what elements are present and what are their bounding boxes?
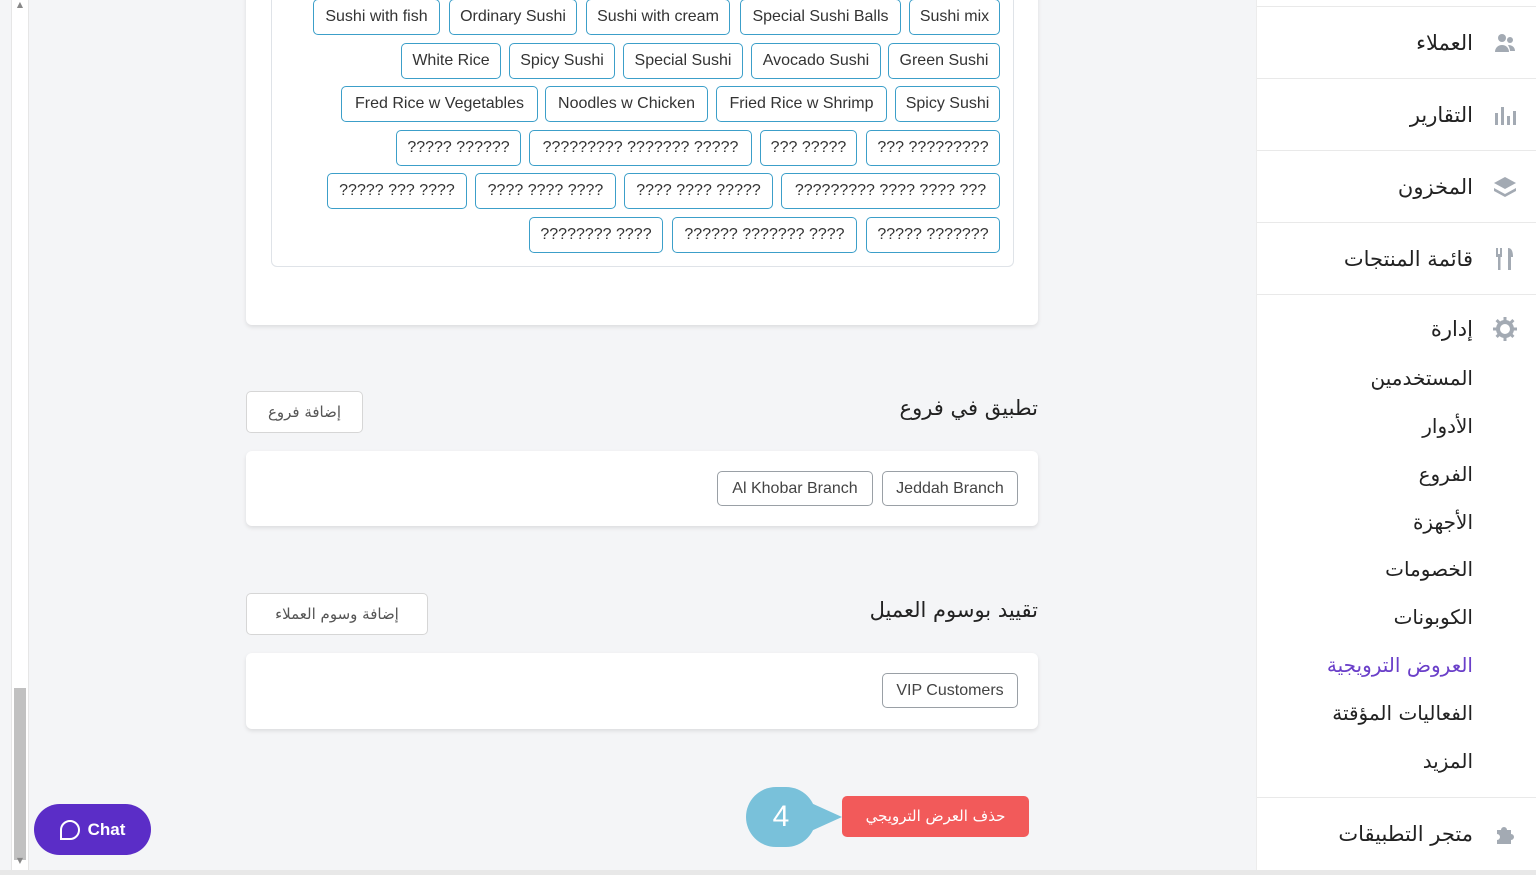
- inventory-icon: [1494, 177, 1516, 197]
- customer-tags-section-title: تقييد بوسوم العميل: [869, 598, 1038, 622]
- sidebar-item-label: العملاء: [1416, 31, 1473, 55]
- product-chip[interactable]: Green Sushi: [888, 43, 1000, 79]
- product-chip[interactable]: Special Sushi: [623, 43, 743, 79]
- product-chip[interactable]: ???? ???? ?????: [624, 173, 773, 209]
- product-chip[interactable]: ???? ???? ????: [475, 173, 616, 209]
- sidebar-item-inventory[interactable]: المخزون: [1257, 151, 1536, 223]
- scroll-down-arrow[interactable]: ▼: [13, 856, 27, 865]
- product-chip[interactable]: ????? ??? ????: [327, 173, 467, 209]
- sidebar-item-label: قائمة المنتجات: [1343, 247, 1473, 271]
- product-chip[interactable]: ????????? ??????? ?????: [529, 130, 752, 166]
- sidebar-subitem-devices[interactable]: الأجهزة: [1413, 507, 1473, 537]
- product-chip[interactable]: Noodles w Chicken: [545, 86, 708, 122]
- product-chip[interactable]: Ordinary Sushi: [449, 0, 577, 35]
- product-chip[interactable]: ????????? ???? ???? ???: [781, 173, 1000, 209]
- product-chip[interactable]: Spicy Sushi: [509, 43, 615, 79]
- customer-tags-card: VIP Customers: [246, 653, 1038, 729]
- sidebar-item-label: متجر التطبيقات: [1338, 822, 1473, 846]
- sidebar-subitem-coupons[interactable]: الكوبونات: [1394, 602, 1473, 632]
- product-chip[interactable]: Special Sushi Balls: [740, 0, 901, 35]
- branches-card: Al Khobar Branch Jeddah Branch: [246, 451, 1038, 526]
- product-chip[interactable]: ????? ??????: [396, 130, 521, 166]
- add-customer-tags-button[interactable]: إضافة وسوم العملاء: [246, 593, 428, 635]
- sidebar-item-label: إدارة: [1430, 317, 1473, 341]
- branch-chip[interactable]: Al Khobar Branch: [717, 471, 873, 506]
- sidebar-item-label: التقارير: [1409, 103, 1473, 127]
- scroll-up-arrow[interactable]: ▲: [13, 0, 27, 9]
- sidebar-subitem-users[interactable]: المستخدمين: [1371, 363, 1473, 393]
- product-chip[interactable]: Fried Rice w Shrimp: [716, 86, 887, 122]
- sidebar-item-customers[interactable]: العملاء: [1257, 7, 1536, 79]
- chat-button[interactable]: Chat: [34, 804, 151, 855]
- product-chip[interactable]: Sushi with fish: [313, 0, 440, 35]
- product-chip[interactable]: Spicy Sushi: [895, 86, 1000, 122]
- product-chip[interactable]: ????? ???????: [866, 217, 1000, 253]
- customer-tag-chip[interactable]: VIP Customers: [882, 673, 1018, 708]
- branch-chip[interactable]: Jeddah Branch: [882, 471, 1018, 506]
- gear-icon: [1493, 317, 1517, 341]
- sidebar-subitem-timed-events[interactable]: الفعاليات المؤقتة: [1332, 698, 1473, 728]
- customers-icon: [1495, 34, 1515, 52]
- sidebar-subitem-more[interactable]: المزيد: [1423, 746, 1473, 776]
- sidebar-subitem-roles[interactable]: الأدوار: [1422, 411, 1473, 441]
- sidebar-item-admin[interactable]: إدارة: [1257, 307, 1536, 351]
- product-chip[interactable]: ???????? ????: [529, 217, 663, 253]
- sidebar-subitem-promotions[interactable]: العروض الترويجية: [1327, 650, 1473, 680]
- delete-promotion-button[interactable]: حذف العرض الترويجي: [842, 796, 1029, 837]
- product-chip[interactable]: ??? ?????: [760, 130, 857, 166]
- product-chip[interactable]: ?????? ??????? ????: [672, 217, 857, 253]
- branches-section-title: تطبيق في فروع: [899, 396, 1038, 420]
- product-chip[interactable]: Sushi mix: [909, 0, 1000, 35]
- product-chip[interactable]: Sushi with cream: [586, 0, 730, 35]
- page-scrollbar[interactable]: ▲ ▼: [0, 0, 29, 875]
- product-chip[interactable]: Fred Rice w Vegetables: [341, 86, 538, 122]
- sidebar-item-app-store[interactable]: متجر التطبيقات: [1257, 798, 1536, 870]
- bottom-edge: [0, 870, 1536, 875]
- product-chip[interactable]: White Rice: [401, 43, 501, 79]
- menu-icon: [1496, 248, 1513, 270]
- products-card: Sushi with fish Ordinary Sushi Sushi wit…: [246, 0, 1038, 325]
- chat-bubble-icon: [59, 819, 80, 840]
- sidebar-item-label: المخزون: [1397, 175, 1473, 199]
- step-badge: 4: [746, 787, 816, 847]
- sidebar-subitem-branches[interactable]: الفروع: [1419, 459, 1473, 489]
- sidebar-item-reports[interactable]: التقارير: [1257, 79, 1536, 151]
- sidebar-subitem-discounts[interactable]: الخصومات: [1385, 554, 1473, 584]
- sidebar-item-menu[interactable]: قائمة المنتجات: [1257, 223, 1536, 295]
- scrollbar-thumb[interactable]: [14, 688, 26, 860]
- add-branches-button[interactable]: إضافة فروع: [246, 391, 363, 433]
- product-chip[interactable]: Avocado Sushi: [751, 43, 881, 79]
- sidebar: العملاء التقارير المخزون قائمة المنتجات …: [1256, 0, 1536, 875]
- products-chip-container: Sushi with fish Ordinary Sushi Sushi wit…: [271, 0, 1014, 267]
- sidebar-admin-group: إدارة المستخدمين الأدوار الفروع الأجهزة …: [1257, 295, 1536, 798]
- puzzle-icon: [1497, 827, 1514, 844]
- sidebar-top-divider: [1257, 0, 1536, 7]
- chat-label: Chat: [87, 819, 126, 839]
- reports-icon: [1495, 107, 1516, 125]
- product-chip[interactable]: ??? ?????????: [866, 130, 1000, 166]
